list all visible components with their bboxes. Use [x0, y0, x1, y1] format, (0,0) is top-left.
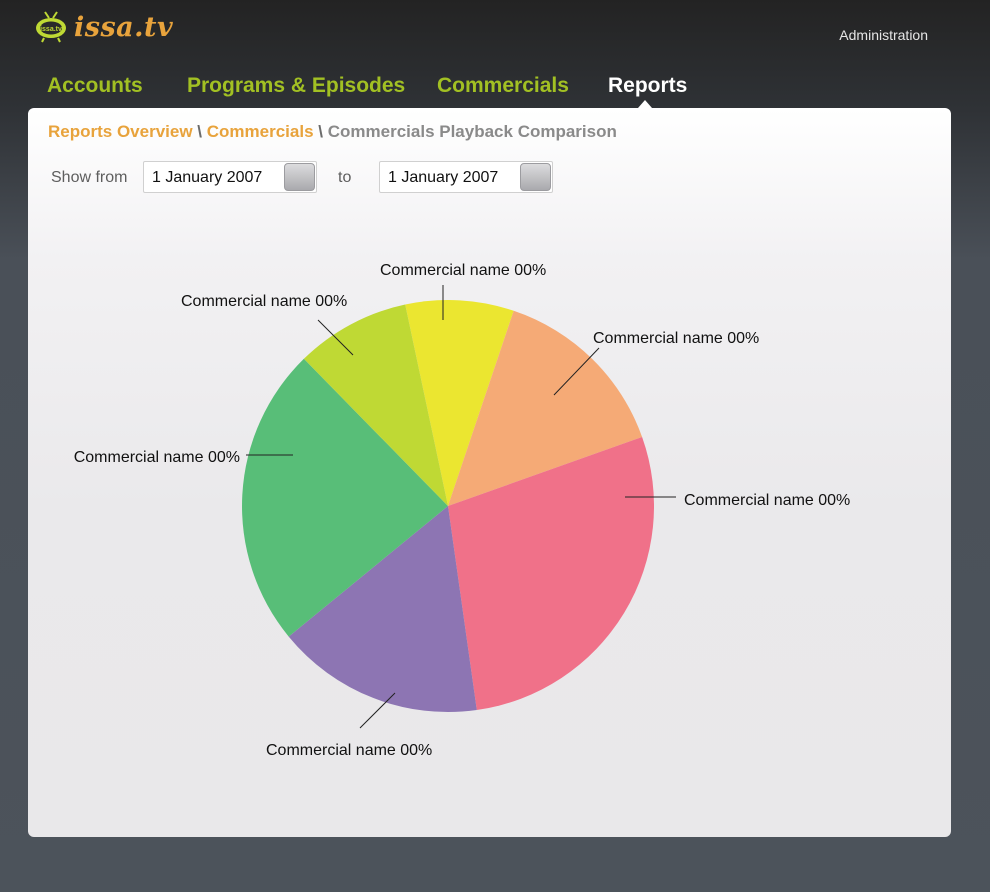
pie-slice-label: Commercial name 00% — [593, 330, 759, 347]
nav-reports[interactable]: Reports — [608, 74, 687, 98]
pie-slice-label: Commercial name 00% — [266, 742, 432, 759]
logo-badge-text: issa.tv — [40, 26, 62, 33]
nav-commercials[interactable]: Commercials — [437, 74, 569, 98]
pie-chart: Commercial name 00% Commercial name 00% Co… — [74, 262, 851, 759]
pie-slice-label: Commercial name 00% — [380, 262, 546, 279]
pie-slice-label: Commercial name 00% — [74, 449, 240, 466]
report-panel: Reports Overview \ Commercials \ Commerc… — [28, 108, 951, 837]
administration-link[interactable]: Administration — [839, 27, 928, 43]
tv-logo-icon: issa.tv — [36, 11, 66, 43]
active-nav-pointer — [638, 100, 652, 108]
nav-accounts[interactable]: Accounts — [47, 74, 143, 98]
nav-programs-episodes[interactable]: Programs & Episodes — [187, 74, 405, 98]
logo-text: issa.tv — [74, 11, 174, 43]
pie-slice-label: Commercial name 00% — [181, 293, 347, 310]
logo[interactable]: issa.tv issa.tv — [34, 10, 173, 44]
pie-slice-label: Commercial name 00% — [684, 492, 850, 509]
